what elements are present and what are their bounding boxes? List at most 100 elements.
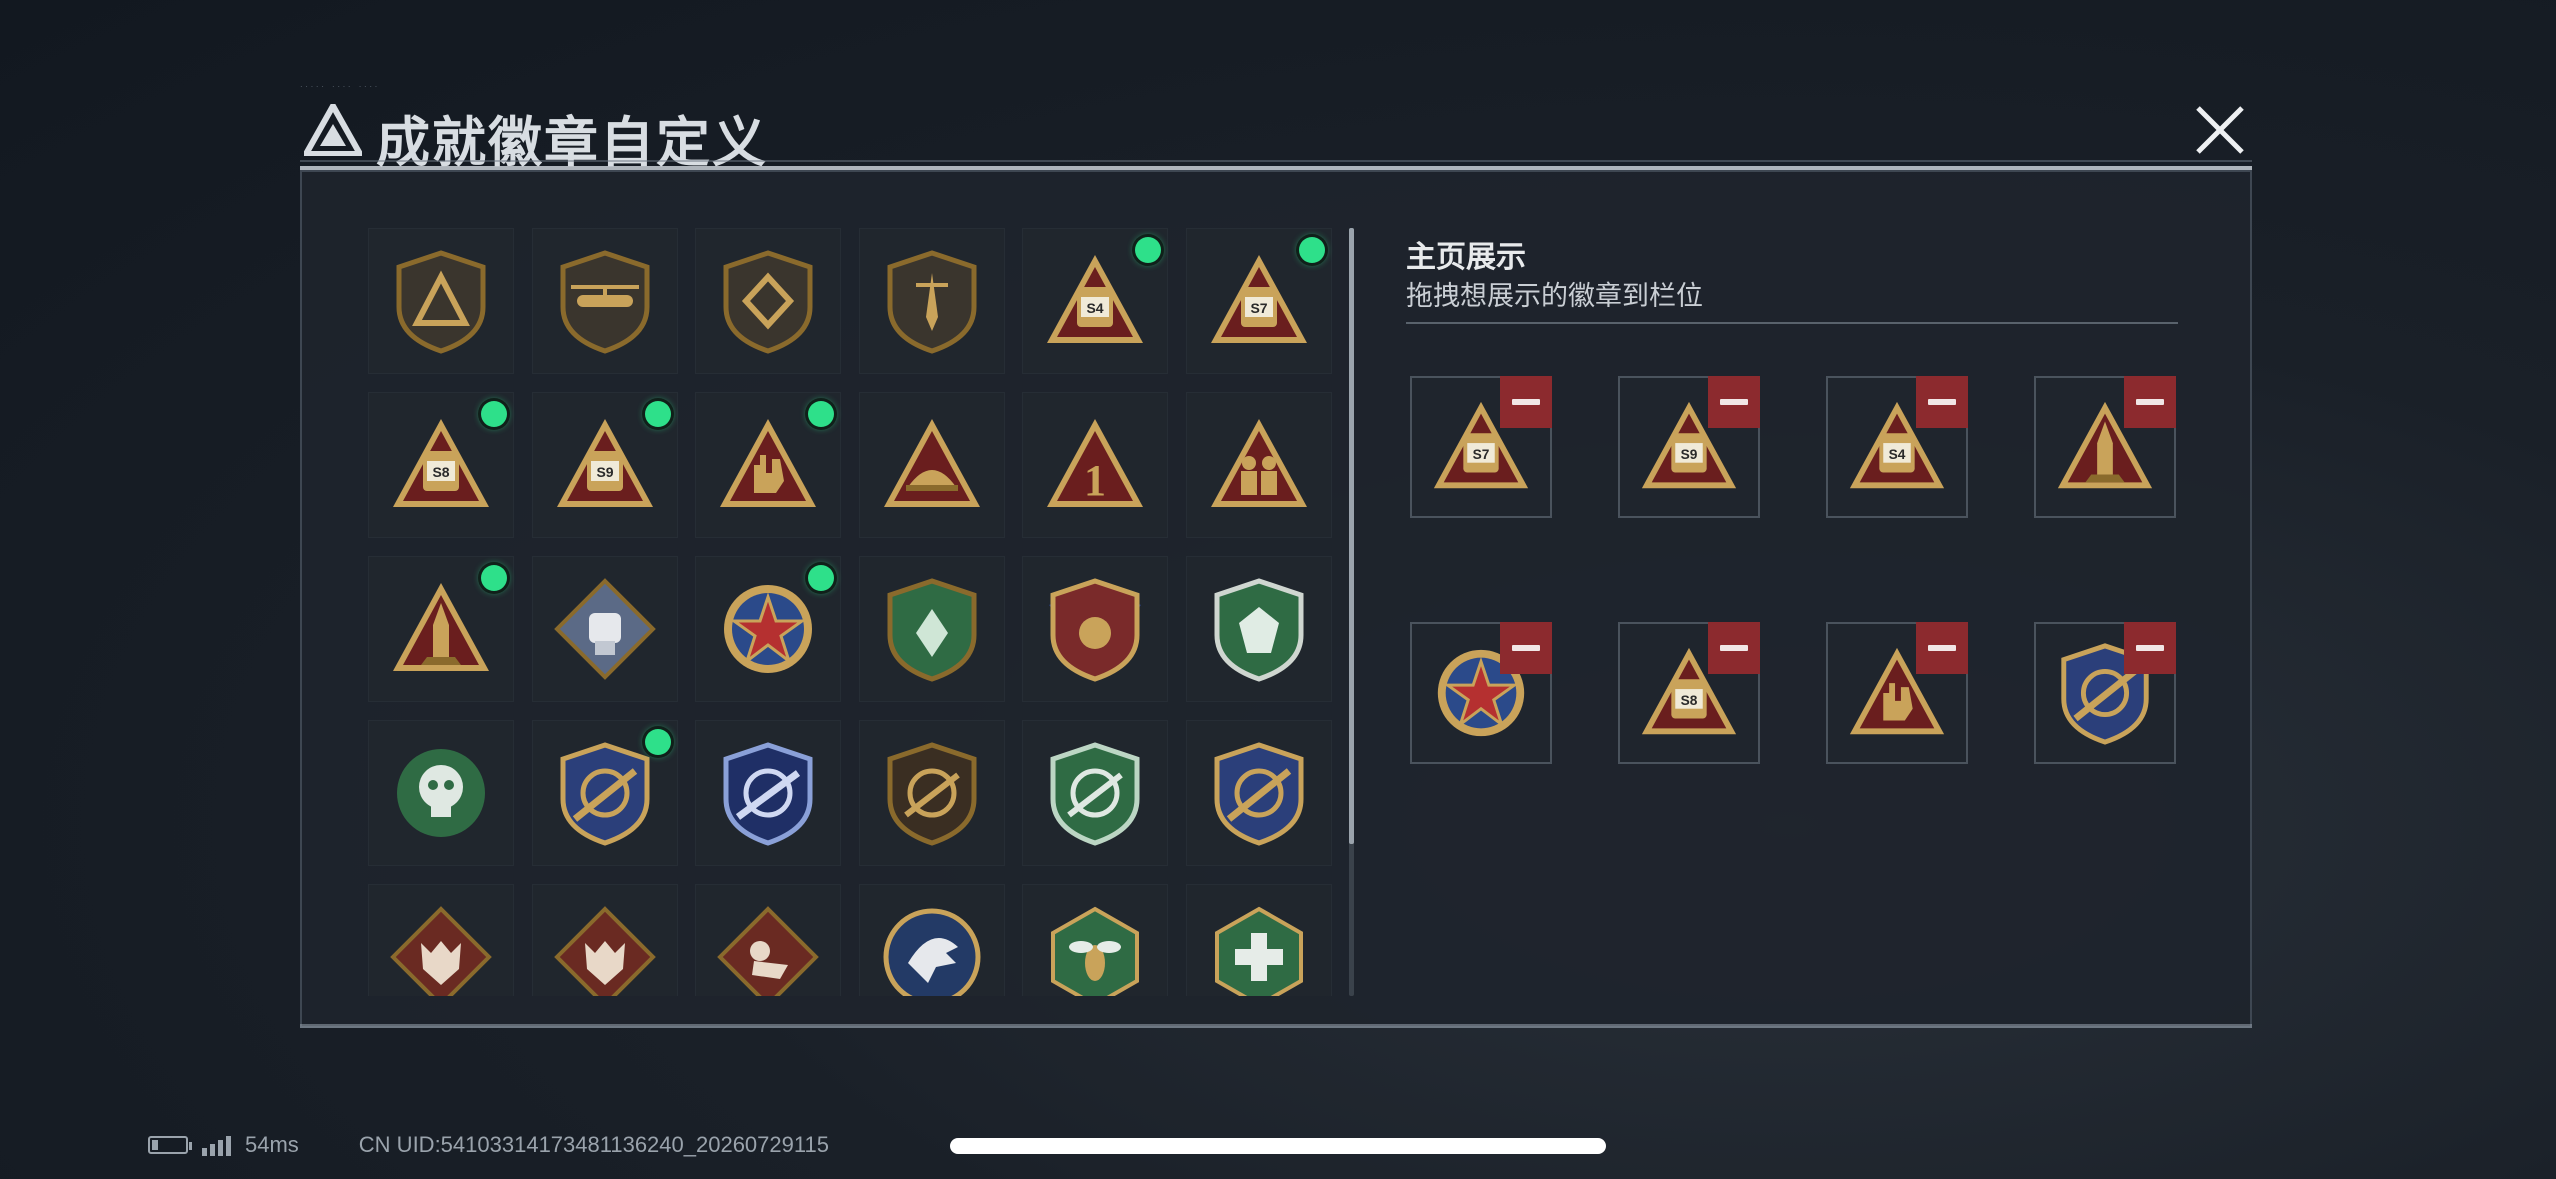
showcase-slot[interactable] (1826, 622, 1968, 764)
badge-cell[interactable] (1185, 884, 1332, 996)
badge-cell[interactable] (695, 720, 841, 866)
showcase-slot[interactable]: S7 (1410, 376, 1552, 518)
badge-cell[interactable] (531, 884, 678, 996)
helicopter-badge-icon (560, 250, 649, 354)
badge-cell[interactable] (858, 228, 1005, 374)
number-one-triangle-badge-icon: 1 (1047, 419, 1143, 507)
green-shield-badge-icon (887, 578, 976, 682)
new-indicator-dot (481, 401, 507, 427)
fist-diamond-badge-icon (553, 578, 656, 680)
badge-cell[interactable] (531, 228, 678, 374)
badge-cell[interactable]: S9 (531, 392, 678, 538)
signal-icon (202, 1134, 231, 1156)
badge-cell[interactable] (531, 556, 678, 702)
badge-cell[interactable] (368, 228, 514, 374)
green-skull-badge-icon (397, 749, 485, 837)
grid-scrollbar[interactable] (1349, 228, 1354, 844)
close-button[interactable] (2188, 98, 2252, 162)
remove-badge-button[interactable] (1916, 376, 1968, 428)
eagle-circle-badge-icon (883, 908, 980, 996)
close-icon (2196, 106, 2244, 154)
badge-cell[interactable] (1022, 720, 1168, 866)
status-bar: 54ms CN UID:54103314173481136240_2026072… (148, 1128, 829, 1162)
minus-icon (1512, 399, 1540, 405)
badge-cell[interactable] (1185, 720, 1332, 866)
badge-cell[interactable] (695, 392, 841, 538)
s4-triangle-badge-icon: S4 (1047, 255, 1143, 343)
helmet-triangle-badge-icon (883, 419, 980, 507)
new-indicator-dot (644, 729, 671, 755)
svg-text:S7: S7 (1473, 447, 1490, 462)
ping-text: 54ms (245, 1132, 299, 1157)
remove-badge-button[interactable] (1500, 622, 1552, 674)
badge-cell[interactable] (858, 720, 1005, 866)
badge-cell[interactable] (695, 228, 841, 374)
shield-diamond-badge-icon (723, 250, 813, 354)
s8-triangle-badge-icon: S8 (393, 419, 489, 507)
badge-cell[interactable] (368, 720, 514, 866)
showcase-slot[interactable] (2034, 376, 2176, 518)
remove-badge-button[interactable] (2124, 376, 2176, 428)
blue-rifle-shield-badge-icon (723, 742, 813, 846)
badge-cell[interactable]: S4 (1022, 228, 1168, 374)
uid-text: CN UID:54103314173481136240_20260729115 (358, 1132, 829, 1157)
green-gem-shield-badge-icon (1214, 578, 1303, 682)
badge-cell[interactable] (1022, 556, 1168, 702)
minus-icon (1720, 399, 1748, 405)
title-decoration: ᐧᐧᐧᐧᐧ ᐧᐧᐧᐧ ᐧᐧᐧᐧ (300, 82, 380, 92)
wasp-hexagon-badge-icon (1051, 906, 1139, 996)
badge-cell[interactable] (858, 392, 1005, 538)
s7-triangle-badge-icon: S7 (1210, 255, 1307, 343)
dialog-title-bar: ᐧᐧᐧᐧᐧ ᐧᐧᐧᐧ ᐧᐧᐧᐧ 成就徽章自定义 (300, 82, 2252, 173)
gold-rifle-shield-badge-icon (560, 742, 649, 846)
showcase-title: 主页展示 (1406, 241, 1526, 274)
delta-logo-icon (304, 104, 362, 156)
svg-text:S8: S8 (1681, 693, 1698, 708)
new-indicator-dot (1135, 237, 1161, 263)
shield-triangle-badge-icon (396, 250, 486, 354)
new-indicator-dot (644, 401, 671, 427)
bronze-rifle-shield-badge-icon (887, 742, 976, 846)
showcase-slot[interactable] (2034, 622, 2176, 764)
showcase-slot[interactable] (1410, 622, 1552, 764)
badge-cell[interactable]: S8 (368, 392, 514, 538)
home-indicator[interactable] (950, 1138, 1606, 1154)
badge-cell[interactable] (368, 556, 514, 702)
wolf-diamond-2-badge-icon (553, 906, 656, 996)
green-rifle-shield-badge-icon (1050, 742, 1140, 846)
badge-cell[interactable] (531, 720, 678, 866)
badge-cell[interactable] (1185, 556, 1332, 702)
svg-text:S4: S4 (1889, 447, 1906, 462)
badge-grid[interactable]: S4 S7 S8 S9 1 (368, 228, 1336, 996)
remove-badge-button[interactable] (1708, 376, 1760, 428)
svg-text:S7: S7 (1250, 300, 1267, 316)
badge-cell[interactable]: 1 (1022, 392, 1168, 538)
showcase-slot[interactable]: S4 (1826, 376, 1968, 518)
remove-badge-button[interactable] (1916, 622, 1968, 674)
badge-cell[interactable] (695, 884, 841, 996)
badge-cell[interactable] (695, 556, 841, 702)
svg-text:S9: S9 (596, 464, 613, 480)
badge-cell[interactable] (368, 884, 514, 996)
svg-text:1: 1 (1084, 456, 1106, 505)
gold-bullet-shield-badge-icon (1214, 742, 1303, 846)
badge-cell[interactable]: S7 (1185, 228, 1332, 374)
remove-badge-button[interactable] (1500, 376, 1552, 428)
badge-cell[interactable] (1022, 884, 1168, 996)
showcase-slot[interactable]: S9 (1618, 376, 1760, 518)
rocket-triangle-badge-icon (393, 583, 489, 671)
badge-cell[interactable] (858, 556, 1005, 702)
wolf-diamond-badge-icon (390, 906, 492, 996)
winged-medal-badge-icon (1049, 578, 1141, 682)
svg-text:S9: S9 (1681, 447, 1698, 462)
badge-cell[interactable] (858, 884, 1005, 996)
showcase-slot[interactable]: S8 (1618, 622, 1760, 764)
badge-cell[interactable] (1185, 392, 1332, 538)
svg-text:S4: S4 (1086, 300, 1103, 316)
new-indicator-dot (808, 565, 834, 591)
panel-bottom-border (300, 1024, 2252, 1028)
remove-badge-button[interactable] (1708, 622, 1760, 674)
minus-icon (1928, 399, 1956, 405)
remove-badge-button[interactable] (2124, 622, 2176, 674)
showcase-subtitle: 拖拽想展示的徽章到栏位 (1406, 281, 1703, 311)
